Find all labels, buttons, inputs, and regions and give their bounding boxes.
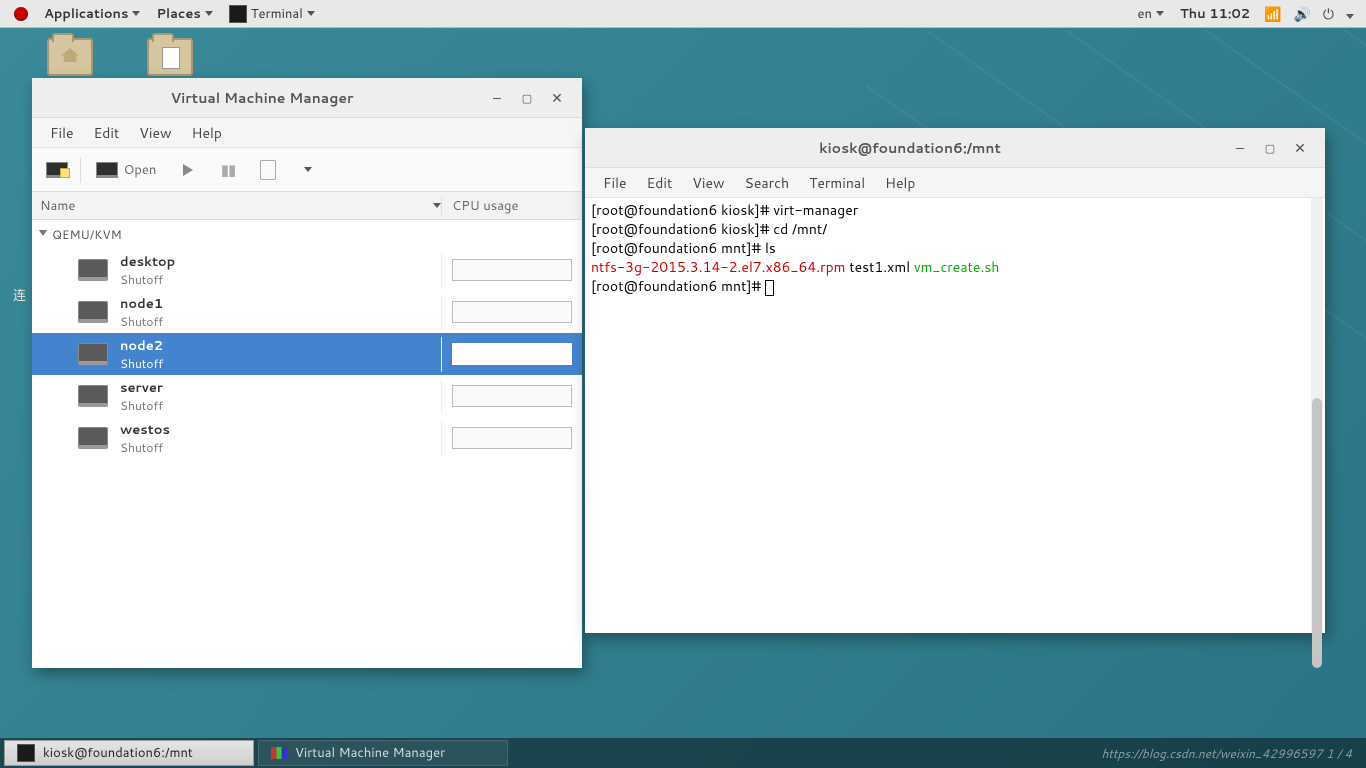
applications-menu[interactable]: Applications	[36, 0, 148, 27]
vmm-column-headers: Name CPU usage	[32, 192, 582, 220]
terminal-icon	[229, 5, 247, 23]
terminal-titlebar[interactable]: kiosk@foundation6:/mnt	[585, 128, 1325, 168]
terminal-menubar: File Edit View Search Terminal Help	[585, 168, 1325, 198]
monitor-icon	[46, 162, 68, 178]
ls-output-xml: test1.xml	[846, 257, 914, 277]
column-name[interactable]: Name	[32, 197, 442, 215]
column-cpu[interactable]: CPU usage	[442, 197, 582, 215]
shutdown-vm-button[interactable]	[251, 155, 285, 185]
ls-output-rpm: ntfs-3g-2015.3.14-2.el7.x86_64.rpm	[591, 257, 846, 277]
vm-state: Shutoff	[120, 397, 163, 414]
run-vm-button[interactable]	[171, 155, 205, 185]
vm-row-node1[interactable]: node1Shutoff	[32, 291, 582, 333]
vm-row-node2[interactable]: node2Shutoff	[32, 333, 582, 375]
vmm-close-button[interactable]	[542, 88, 572, 108]
terminal-icon	[17, 744, 35, 762]
vm-row-desktop[interactable]: desktopShutoff	[32, 249, 582, 291]
taskbar-entry-vmm[interactable]: Virtual Machine Manager	[258, 740, 508, 766]
vm-name: node1	[120, 295, 163, 313]
input-language[interactable]: en	[1129, 0, 1171, 27]
new-vm-button[interactable]	[40, 155, 74, 185]
documents-folder-icon[interactable]	[140, 38, 200, 80]
vm-monitor-icon	[78, 427, 108, 449]
terminal-minimize-button[interactable]	[1225, 138, 1255, 158]
vmm-titlebar[interactable]: Virtual Machine Manager	[32, 78, 582, 118]
terminal-menu-search[interactable]: Search	[735, 173, 800, 193]
cpu-usage-bar	[452, 343, 572, 365]
vm-name: westos	[120, 421, 170, 439]
vm-state: Shutoff	[120, 313, 163, 330]
terminal-menu-file[interactable]: File	[593, 173, 637, 193]
terminal-menu-help[interactable]: Help	[875, 173, 925, 193]
terminal-cursor	[765, 280, 774, 296]
vmm-toolbar: Open	[32, 148, 582, 192]
open-vm-button[interactable]: Open	[87, 155, 165, 185]
vmm-title: Virtual Machine Manager	[42, 88, 482, 108]
cpu-usage-bar	[452, 385, 572, 407]
pause-vm-button[interactable]	[211, 155, 245, 185]
vm-monitor-icon	[78, 385, 108, 407]
cpu-usage-bar	[452, 259, 572, 281]
home-folder-icon[interactable]	[40, 38, 100, 80]
vmm-menu-file[interactable]: File	[40, 123, 84, 143]
bottom-taskbar: kiosk@foundation6:/mnt Virtual Machine M…	[0, 738, 1366, 768]
monitor-icon	[96, 162, 118, 178]
vm-state: Shutoff	[120, 355, 163, 372]
network-icon[interactable]: 📶	[1258, 4, 1287, 24]
terminal-scrollbar[interactable]	[1311, 198, 1323, 633]
top-panel: Applications Places Terminal en Thu 11:0…	[0, 0, 1366, 28]
desktop-partial-label: 连	[13, 285, 26, 305]
ls-output-script: vm_create.sh	[914, 257, 1000, 277]
running-app-indicator[interactable]: Terminal	[221, 0, 323, 27]
terminal-menu-terminal[interactable]: Terminal	[799, 173, 875, 193]
vm-row-westos[interactable]: westosShutoff	[32, 417, 582, 459]
shutdown-menu-caret[interactable]	[291, 155, 325, 185]
vmm-minimize-button[interactable]	[482, 88, 512, 108]
vm-name: server	[120, 379, 163, 397]
cpu-usage-bar	[452, 427, 572, 449]
vm-name: node2	[120, 337, 163, 355]
terminal-title: kiosk@foundation6:/mnt	[595, 138, 1225, 158]
user-menu-caret[interactable]	[1340, 4, 1360, 24]
vmm-menubar: File Edit View Help	[32, 118, 582, 148]
power-icon[interactable]: ⏻	[1317, 4, 1340, 24]
vmm-menu-edit[interactable]: Edit	[84, 123, 130, 143]
vm-name: desktop	[120, 253, 175, 271]
vm-monitor-icon	[78, 301, 108, 323]
vm-monitor-icon	[78, 343, 108, 365]
terminal-menu-edit[interactable]: Edit	[637, 173, 683, 193]
vm-list: QEMU/KVM desktopShutoffnode1Shutoffnode2…	[32, 220, 582, 668]
vm-state: Shutoff	[120, 439, 170, 456]
terminal-close-button[interactable]	[1285, 138, 1315, 158]
watermark-text: https://blog.csdn.net/weixin_42996597 1 …	[1102, 745, 1362, 762]
cpu-usage-bar	[452, 301, 572, 323]
vm-state: Shutoff	[120, 271, 175, 288]
virt-manager-window: Virtual Machine Manager File Edit View H…	[32, 78, 582, 668]
terminal-menu-view[interactable]: View	[682, 173, 734, 193]
places-menu[interactable]: Places	[148, 0, 220, 27]
vm-monitor-icon	[78, 259, 108, 281]
volume-icon[interactable]: 🔊	[1287, 4, 1316, 24]
terminal-window: kiosk@foundation6:/mnt File Edit View Se…	[585, 128, 1325, 633]
vmm-menu-view[interactable]: View	[129, 123, 181, 143]
scrollbar-thumb[interactable]	[1312, 398, 1322, 668]
sort-caret-icon	[433, 203, 441, 208]
vmm-menu-help[interactable]: Help	[182, 123, 232, 143]
vmm-maximize-button[interactable]	[512, 90, 542, 106]
taskbar-entry-terminal[interactable]: kiosk@foundation6:/mnt	[4, 740, 254, 766]
terminal-maximize-button[interactable]	[1255, 140, 1285, 156]
terminal-body[interactable]: [root@foundation6 kiosk]# virt-manager […	[585, 198, 1325, 633]
distro-icon[interactable]	[6, 0, 36, 27]
hypervisor-row[interactable]: QEMU/KVM	[32, 220, 582, 249]
virt-manager-icon	[271, 747, 287, 759]
clock[interactable]: Thu 11:02	[1172, 0, 1258, 27]
vm-row-server[interactable]: serverShutoff	[32, 375, 582, 417]
